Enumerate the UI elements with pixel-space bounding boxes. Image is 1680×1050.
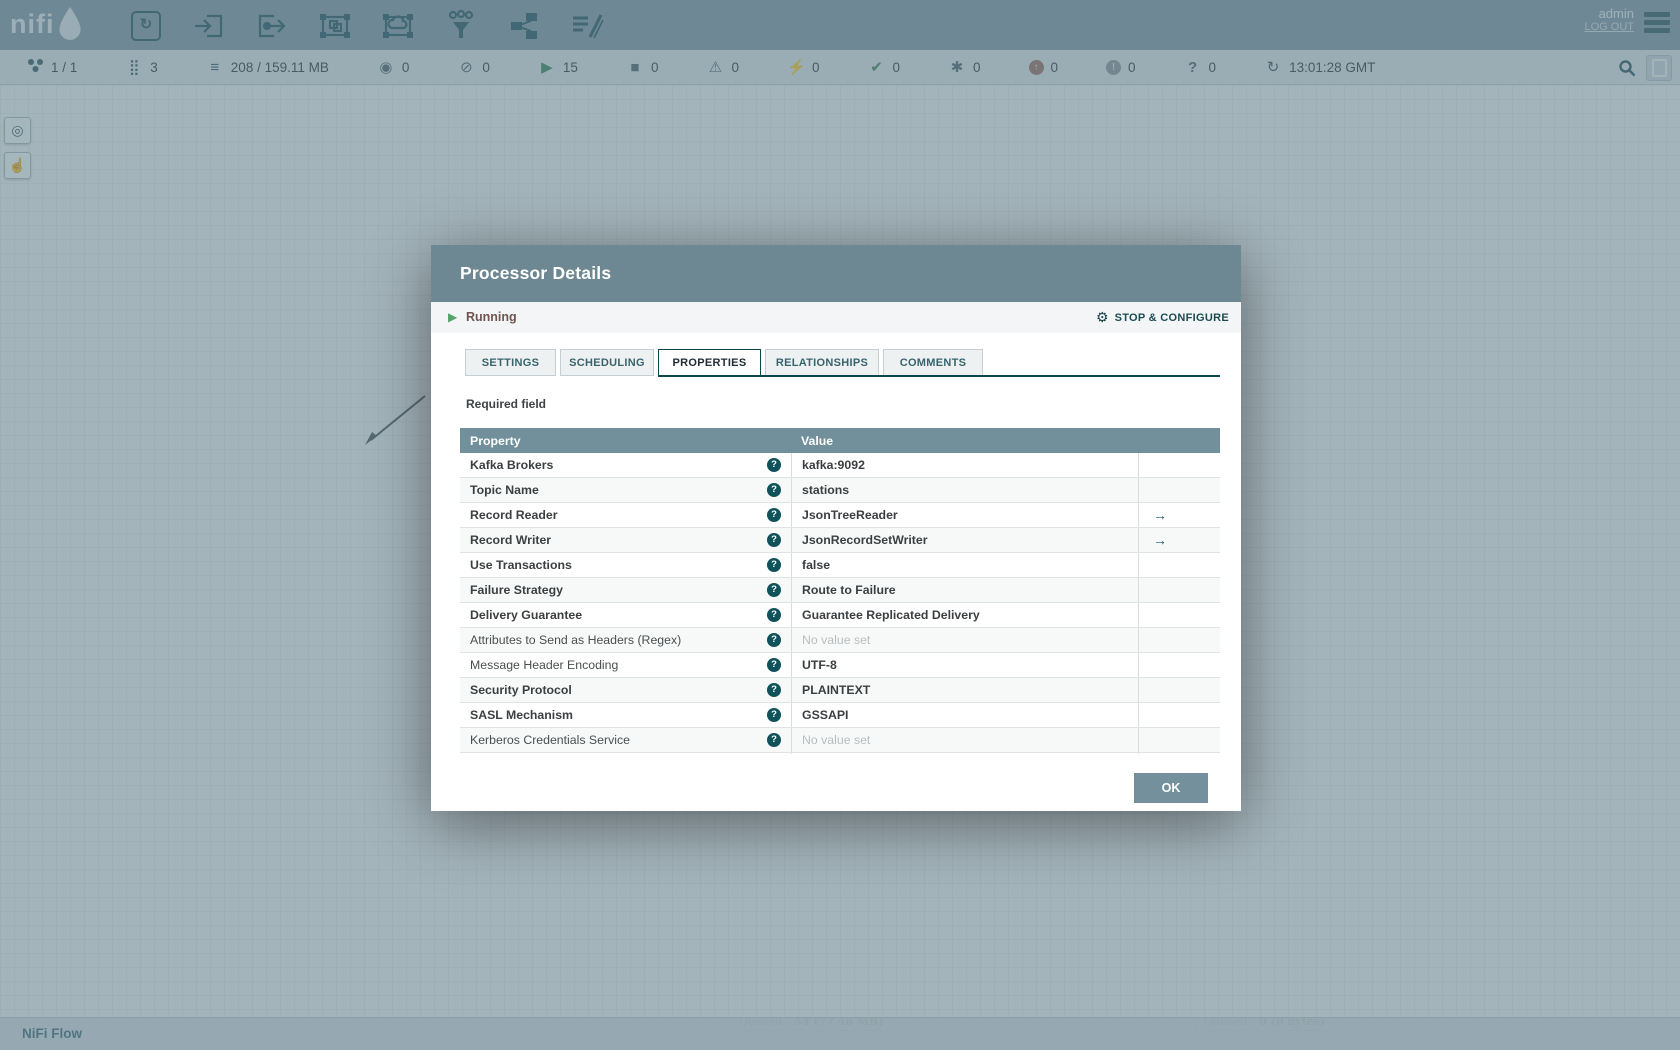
help-icon[interactable]: ? — [767, 508, 781, 522]
go-to-service-icon[interactable]: → — [1139, 507, 1167, 523]
property-name: Record Writer — [470, 533, 552, 547]
property-value: kafka:9092 — [791, 453, 1138, 477]
property-name: Kerberos Credentials Service — [470, 733, 630, 747]
dialog-tabs: SETTINGS SCHEDULING PROPERTIES RELATIONS… — [465, 349, 983, 376]
run-status-text: Running — [466, 310, 517, 324]
table-row: Record Writer? JsonRecordSetWriter → — [460, 528, 1220, 553]
property-name: Record Reader — [470, 508, 558, 522]
property-value: UTF-8 — [791, 653, 1138, 677]
dialog-status-row: ▶ Running ⚙ STOP & CONFIGURE — [431, 302, 1241, 333]
table-row: Attributes to Send as Headers (Regex)? N… — [460, 628, 1220, 653]
required-field-note: Required field — [466, 397, 547, 411]
property-column-header: Property — [470, 433, 521, 448]
property-value: Route to Failure — [791, 578, 1138, 602]
property-name: Topic Name — [470, 483, 539, 497]
go-to-service-icon[interactable]: → — [1139, 532, 1167, 548]
property-name: Delivery Guarantee — [470, 608, 583, 622]
running-icon: ▶ — [448, 310, 458, 324]
table-row: Kafka Brokers? kafka:9092 — [460, 453, 1220, 478]
table-row: Use Transactions? false — [460, 553, 1220, 578]
property-name: Message Header Encoding — [470, 658, 619, 672]
nifi-app: nifi ↻ — [0, 0, 1680, 1050]
tab-scheduling[interactable]: SCHEDULING — [560, 349, 654, 376]
help-icon[interactable]: ? — [767, 658, 781, 672]
property-value: GSSAPI — [791, 703, 1138, 727]
property-name: Attributes to Send as Headers (Regex) — [470, 633, 682, 647]
tab-settings[interactable]: SETTINGS — [465, 349, 556, 376]
tab-properties[interactable]: PROPERTIES — [658, 349, 761, 376]
value-column-header: Value — [801, 433, 834, 448]
help-icon[interactable]: ? — [767, 633, 781, 647]
help-icon[interactable]: ? — [767, 558, 781, 572]
help-icon[interactable]: ? — [767, 533, 781, 547]
table-row: Failure Strategy? Route to Failure — [460, 578, 1220, 603]
table-row: Kerberos User Service? No value set — [460, 753, 1220, 754]
property-value: false — [791, 553, 1138, 577]
property-value: PLAINTEXT — [791, 678, 1138, 702]
property-value: Guarantee Replicated Delivery — [791, 603, 1138, 627]
help-icon[interactable]: ? — [767, 483, 781, 497]
dialog-title: Processor Details — [460, 263, 612, 283]
stop-and-configure-label: STOP & CONFIGURE — [1114, 311, 1229, 324]
property-name: Kafka Brokers — [470, 458, 554, 472]
properties-table: Property Value Kafka Brokers? kafka:9092… — [460, 428, 1220, 754]
property-value: JsonTreeReader — [791, 503, 1138, 527]
dialog-header: Processor Details — [431, 245, 1241, 302]
help-icon[interactable]: ? — [767, 683, 781, 697]
property-name: Use Transactions — [470, 558, 572, 572]
help-icon[interactable]: ? — [767, 458, 781, 472]
table-row: Delivery Guarantee? Guarantee Replicated… — [460, 603, 1220, 628]
tab-relationships[interactable]: RELATIONSHIPS — [765, 349, 879, 376]
property-value: No value set — [791, 628, 1138, 652]
help-icon[interactable]: ? — [767, 708, 781, 722]
table-row: Kerberos Credentials Service? No value s… — [460, 728, 1220, 753]
help-icon[interactable]: ? — [767, 608, 781, 622]
help-icon[interactable]: ? — [767, 583, 781, 597]
gear-icon: ⚙ — [1096, 309, 1109, 325]
ok-button[interactable]: OK — [1134, 773, 1208, 803]
table-row: Security Protocol? PLAINTEXT — [460, 678, 1220, 703]
stop-and-configure-button[interactable]: ⚙ STOP & CONFIGURE — [1096, 302, 1229, 333]
table-header: Property Value — [460, 428, 1220, 453]
table-row: Record Reader? JsonTreeReader → — [460, 503, 1220, 528]
table-row: SASL Mechanism? GSSAPI — [460, 703, 1220, 728]
property-name: Failure Strategy — [470, 583, 563, 597]
property-name: Security Protocol — [470, 683, 572, 697]
help-icon[interactable]: ? — [767, 733, 781, 747]
table-row: Message Header Encoding? UTF-8 — [460, 653, 1220, 678]
tab-divider — [658, 375, 1220, 377]
table-row: Topic Name? stations — [460, 478, 1220, 503]
property-value: stations — [791, 478, 1138, 502]
tab-comments[interactable]: COMMENTS — [883, 349, 983, 376]
property-value: No value set — [791, 753, 1138, 754]
processor-details-dialog: Processor Details ▶ Running ⚙ STOP & CON… — [431, 245, 1241, 811]
property-value: JsonRecordSetWriter — [791, 528, 1138, 552]
property-name: SASL Mechanism — [470, 708, 573, 722]
table-body: Kafka Brokers? kafka:9092 Topic Name? st… — [460, 453, 1220, 754]
property-value: No value set — [791, 728, 1138, 752]
